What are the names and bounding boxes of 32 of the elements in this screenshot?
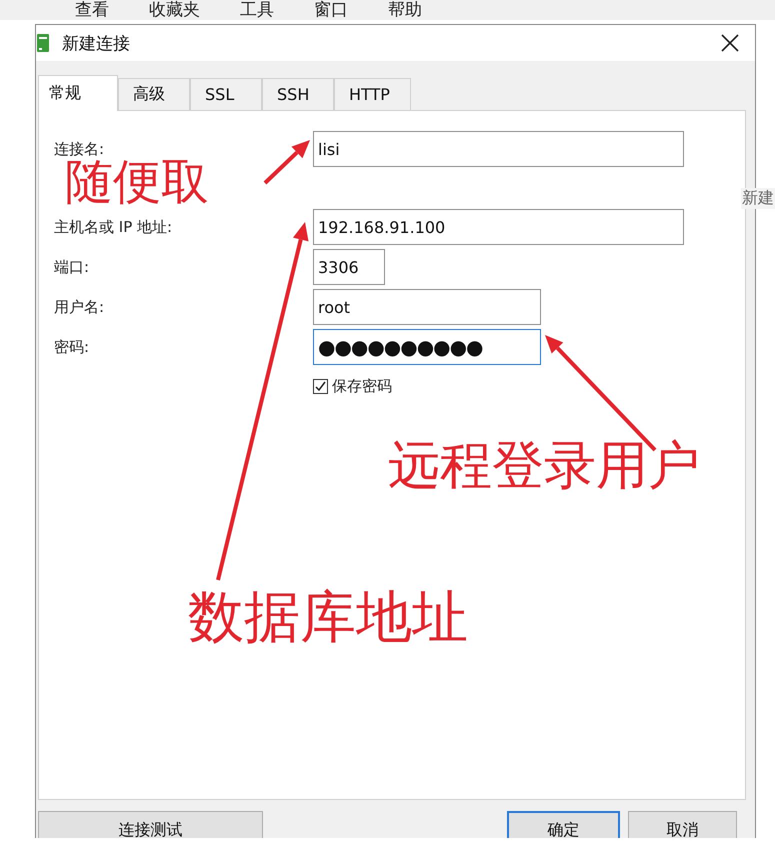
toolbar-label: 新建 [741, 188, 775, 209]
tab[interactable]: 常规 [38, 75, 118, 112]
input-field[interactable]: root [313, 289, 541, 326]
field-label: 连接名: [54, 140, 106, 159]
dialog-button[interactable]: 确定 [507, 811, 620, 838]
input-field[interactable]: lisi [313, 131, 684, 168]
tab[interactable]: SSL [190, 78, 262, 112]
menu-item[interactable]: 窗口 [314, 0, 348, 20]
input-field[interactable]: 3306 [313, 249, 385, 286]
checkbox-label: 保存密码 [332, 377, 392, 396]
field-label: 端口: [54, 258, 90, 277]
field-label: 主机名或 IP 地址: [54, 218, 174, 237]
annotation-text: 数据库地址 [188, 590, 468, 646]
annotation-text: 远程登录用户 [388, 440, 700, 492]
field-label: 密码: [54, 338, 90, 357]
tab[interactable]: SSH [262, 78, 334, 112]
checkbox[interactable] [313, 379, 328, 394]
tab[interactable]: HTTP [334, 78, 411, 112]
dialog-button[interactable]: 连接测试 [38, 811, 263, 838]
window-title: 新建连接 [62, 32, 131, 55]
annotation-text: 随便取 [65, 158, 209, 206]
dialog-button[interactable]: 取消 [628, 811, 737, 838]
menu-item[interactable]: 工具 [240, 0, 274, 20]
password-field[interactable]: ●●●●●●●●●● [313, 329, 541, 366]
menu-item[interactable]: 查看 [75, 0, 109, 20]
menu-item[interactable]: 帮助 [388, 0, 422, 20]
field-label: 用户名: [54, 298, 106, 317]
arrow [264, 140, 310, 184]
menu-item[interactable]: 收藏夹 [149, 0, 200, 20]
input-field[interactable]: 192.168.91.100 [313, 209, 684, 246]
close-icon [721, 34, 739, 52]
tab[interactable]: 高级 [118, 78, 190, 112]
